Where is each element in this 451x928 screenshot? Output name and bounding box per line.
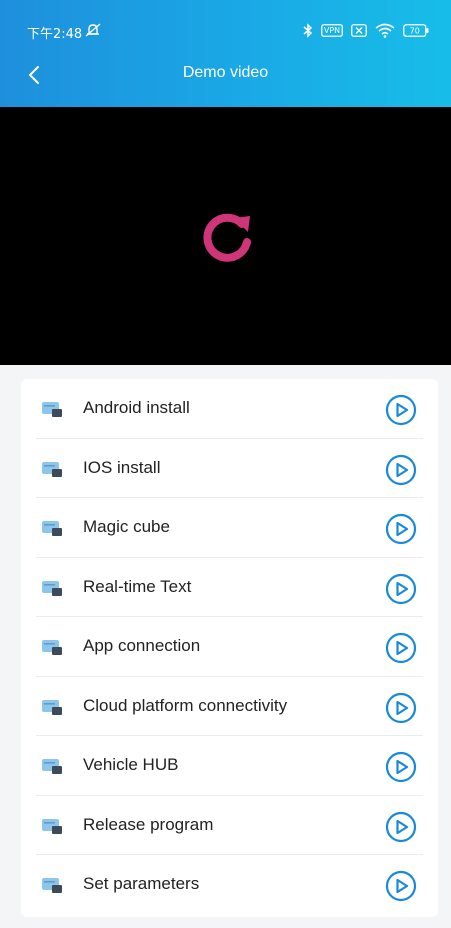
- bluetooth-icon: [303, 22, 313, 38]
- status-icons: VPN 70: [303, 22, 429, 38]
- list-item-label: Cloud platform connectivity: [83, 695, 288, 715]
- play-circle-icon[interactable]: [385, 692, 417, 724]
- list-item-label: Set parameters: [83, 874, 200, 893]
- list-item[interactable]: Android install: [21, 379, 438, 439]
- list-item-label: Vehicle HUB: [83, 755, 179, 774]
- list-item[interactable]: App connection: [21, 617, 438, 677]
- play-circle-icon[interactable]: [385, 870, 417, 902]
- list-item[interactable]: Magic cube: [21, 498, 438, 558]
- list-item[interactable]: IOS install: [21, 439, 438, 498]
- sim-off-icon: [351, 23, 367, 37]
- play-circle-icon[interactable]: [385, 513, 417, 545]
- list-item-label: Real-time Text: [83, 576, 192, 596]
- play-circle-icon[interactable]: [385, 632, 417, 664]
- video-file-icon: [42, 580, 62, 596]
- play-circle-icon[interactable]: [385, 573, 417, 605]
- status-bar: 下午2:48 VPN 70: [0, 0, 451, 60]
- vpn-icon: VPN: [321, 23, 343, 37]
- battery-level: 70: [410, 26, 420, 35]
- wifi-icon: [375, 23, 395, 38]
- video-file-icon: [42, 402, 62, 417]
- list-item-label: Android install: [83, 398, 190, 417]
- video-file-icon: [42, 521, 62, 536]
- list-item[interactable]: Real-time Text: [21, 558, 438, 617]
- video-file-icon: [42, 759, 62, 774]
- play-circle-icon[interactable]: [385, 454, 417, 486]
- video-file-icon: [42, 699, 62, 715]
- page-title: Demo video: [182, 64, 269, 81]
- battery-icon: 70: [403, 23, 429, 37]
- app-header: 下午2:48 VPN 70 Demo video: [0, 0, 451, 107]
- list-item-label: App connection: [83, 636, 201, 655]
- list-item-label: IOS install: [83, 457, 161, 477]
- list-item[interactable]: Set parameters: [21, 855, 438, 915]
- list-item[interactable]: Vehicle HUB: [21, 736, 438, 796]
- list-item[interactable]: Release program: [21, 796, 438, 855]
- replay-icon[interactable]: [198, 208, 258, 268]
- play-circle-icon[interactable]: [385, 811, 417, 843]
- mute-icon: [85, 23, 101, 37]
- video-file-icon: [42, 640, 62, 655]
- video-file-icon: [42, 461, 62, 477]
- list-item-label: Release program: [83, 814, 214, 834]
- video-file-icon: [42, 878, 62, 893]
- list-item-label: Magic cube: [83, 517, 170, 536]
- vpn-label: VPN: [324, 26, 340, 35]
- video-list: Android install IOS install Magic cube Real…: [21, 379, 438, 917]
- list-item[interactable]: Cloud platform connectivity: [21, 677, 438, 736]
- status-time: 下午2:48: [27, 27, 83, 42]
- video-file-icon: [42, 818, 62, 834]
- play-circle-icon[interactable]: [385, 751, 417, 783]
- play-circle-icon[interactable]: [385, 394, 417, 426]
